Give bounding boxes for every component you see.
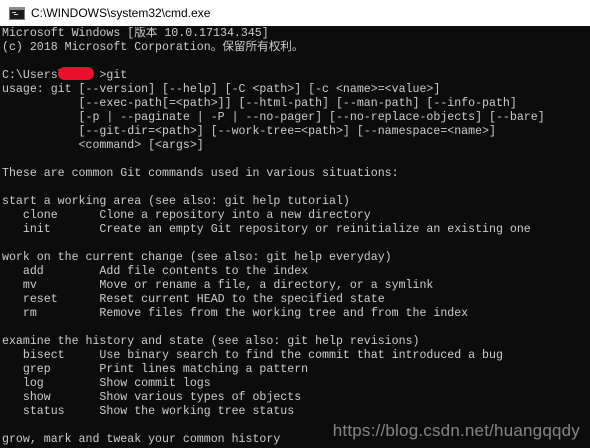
console-line: reset Reset current HEAD to the specifie…: [2, 293, 385, 306]
console-line: grep Print lines matching a pattern: [2, 363, 309, 376]
console-line: (c) 2018 Microsoft Corporation。保留所有权利。: [2, 41, 304, 54]
console-line: Microsoft Windows [版本 10.0.17134.345]: [2, 27, 269, 40]
console-line: work on the current change (see also: gi…: [2, 251, 392, 264]
console-line: start a working area (see also: git help…: [2, 195, 350, 208]
console-output[interactable]: Microsoft Windows [版本 10.0.17134.345] (c…: [0, 27, 590, 448]
cmd-window: C:\WINDOWS\system32\cmd.exe Microsoft Wi…: [0, 0, 590, 448]
title-bar[interactable]: C:\WINDOWS\system32\cmd.exe: [0, 0, 590, 26]
console-line: rm Remove files from the working tree an…: [2, 307, 469, 320]
console-line: usage: git [--version] [--help] [-C <pat…: [2, 83, 441, 96]
console-line: grow, mark and tweak your common history: [2, 433, 281, 446]
console-line: [--git-dir=<path>] [--work-tree=<path>] …: [2, 125, 496, 138]
console-line: add Add file contents to the index: [2, 265, 309, 278]
console-line: [--exec-path[=<path>]] [--html-path] [--…: [2, 97, 517, 110]
console-line: examine the history and state (see also:…: [2, 335, 420, 348]
window-title: C:\WINDOWS\system32\cmd.exe: [31, 6, 211, 20]
console-line: [-p | --paginate | -P | --no-pager] [--n…: [2, 111, 545, 124]
console-line: <command> [<args>]: [2, 139, 204, 152]
console-line: clone Clone a repository into a new dire…: [2, 209, 371, 222]
watermark-text: https://blog.csdn.net/huangqqdy: [332, 421, 580, 440]
console-line: mv Move or rename a file, a directory, o…: [2, 279, 434, 292]
console-line: bisect Use binary search to find the com…: [2, 349, 503, 362]
console-line: show Show various types of objects: [2, 391, 302, 404]
console-line: status Show the working tree status: [2, 405, 295, 418]
cmd-icon: [9, 6, 25, 20]
redacted-username-mark: [58, 67, 94, 80]
console-line: log Show commit logs: [2, 377, 211, 390]
console-line: These are common Git commands used in va…: [2, 167, 399, 180]
console-line: init Create an empty Git repository or r…: [2, 223, 531, 236]
